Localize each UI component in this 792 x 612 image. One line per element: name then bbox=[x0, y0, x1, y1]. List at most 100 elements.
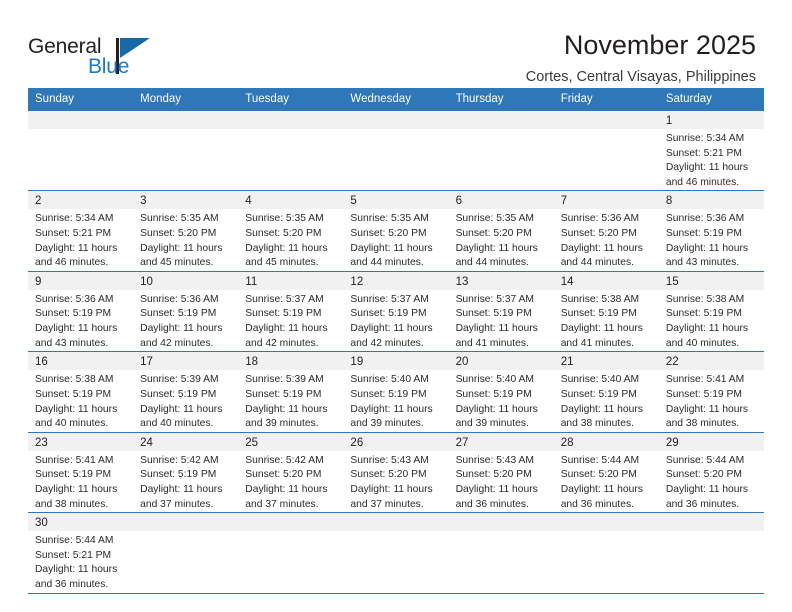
sunset-time: Sunset: 5:19 PM bbox=[560, 388, 637, 400]
calendar-day-cell[interactable]: 10 Sunrise: 5:36 AM Sunset: 5:19 PM Dayligh… bbox=[133, 271, 239, 353]
sunset-time: Sunset: 5:21 PM bbox=[35, 228, 112, 240]
day-details: Sunrise: 5:43 AM Sunset: 5:20 PM Daylight:… bbox=[343, 451, 448, 512]
day-number bbox=[658, 513, 764, 532]
daylight-duration-line1: Daylight: 11 hours bbox=[455, 323, 538, 335]
sunset-time: Sunset: 5:19 PM bbox=[140, 388, 217, 400]
calendar-page: General Blue November 2025 Cortes, Centr… bbox=[0, 0, 792, 612]
calendar-day-cell[interactable]: 18 Sunrise: 5:39 AM Sunset: 5:19 PM Dayligh… bbox=[238, 351, 344, 433]
day-details: Sunrise: 5:38 AM Sunset: 5:19 PM Daylight:… bbox=[28, 370, 133, 431]
calendar-day-cell[interactable]: 12 Sunrise: 5:37 AM Sunset: 5:19 PM Dayligh… bbox=[343, 271, 449, 353]
day-number: 24 bbox=[133, 432, 239, 451]
calendar-day-cell[interactable]: 13 Sunrise: 5:37 AM Sunset: 5:19 PM Dayligh… bbox=[448, 271, 554, 353]
calendar-day-cell[interactable]: 30 Sunrise: 5:44 AM Sunset: 5:21 PM Dayligh… bbox=[28, 512, 134, 594]
day-number bbox=[133, 111, 239, 129]
calendar-cell-empty bbox=[553, 111, 659, 192]
calendar-day-cell[interactable]: 29 Sunrise: 5:44 AM Sunset: 5:20 PM Dayligh… bbox=[658, 432, 764, 514]
calendar-day-cell[interactable]: 19 Sunrise: 5:40 AM Sunset: 5:19 PM Dayligh… bbox=[343, 351, 449, 433]
day-details: Sunrise: 5:36 AM Sunset: 5:20 PM Daylight:… bbox=[554, 209, 659, 270]
day-details: Sunrise: 5:44 AM Sunset: 5:20 PM Daylight:… bbox=[554, 451, 659, 512]
calendar-day-cell[interactable]: 27 Sunrise: 5:43 AM Sunset: 5:20 PM Dayligh… bbox=[448, 432, 554, 514]
sunset-time: Sunset: 5:19 PM bbox=[35, 469, 112, 481]
sunset-time: Sunset: 5:19 PM bbox=[35, 388, 112, 400]
calendar-day-cell[interactable]: 22 Sunrise: 5:41 AM Sunset: 5:19 PM Dayligh… bbox=[658, 351, 764, 433]
daylight-duration-line1: Daylight: 11 hours bbox=[245, 242, 328, 254]
calendar-day-cell[interactable]: 15 Sunrise: 5:38 AM Sunset: 5:19 PM Dayligh… bbox=[658, 271, 764, 353]
calendar-day-cell[interactable]: 17 Sunrise: 5:39 AM Sunset: 5:19 PM Dayligh… bbox=[133, 351, 239, 433]
daylight-duration-line1: Daylight: 11 hours bbox=[140, 403, 223, 415]
calendar-day-cell[interactable]: 28 Sunrise: 5:44 AM Sunset: 5:20 PM Dayligh… bbox=[553, 432, 659, 514]
calendar-day-cell[interactable]: 2 Sunrise: 5:34 AM Sunset: 5:21 PM Daylight… bbox=[28, 190, 134, 272]
day-details: Sunrise: 5:39 AM Sunset: 5:19 PM Daylight:… bbox=[133, 370, 238, 431]
generalblue-logo[interactable]: General Blue bbox=[28, 28, 168, 80]
day-number bbox=[238, 111, 344, 129]
calendar-day-cell[interactable]: 14 Sunrise: 5:38 AM Sunset: 5:19 PM Dayligh… bbox=[553, 271, 659, 353]
calendar-day-cell[interactable]: 11 Sunrise: 5:37 AM Sunset: 5:19 PM Dayligh… bbox=[238, 271, 344, 353]
calendar-cell-empty bbox=[658, 512, 764, 594]
sunset-time: Sunset: 5:20 PM bbox=[245, 469, 322, 481]
daylight-duration-line2: and 44 minutes. bbox=[350, 257, 424, 269]
day-number: 29 bbox=[658, 432, 764, 451]
calendar-day-cell[interactable]: 7 Sunrise: 5:36 AM Sunset: 5:20 PM Daylight… bbox=[553, 190, 659, 272]
sunrise-time: Sunrise: 5:44 AM bbox=[665, 454, 745, 466]
calendar-day-cell[interactable]: 21 Sunrise: 5:40 AM Sunset: 5:19 PM Dayligh… bbox=[553, 351, 659, 433]
day-details: Sunrise: 5:40 AM Sunset: 5:19 PM Daylight:… bbox=[343, 370, 448, 431]
day-number: 11 bbox=[238, 271, 344, 290]
calendar-day-cell[interactable]: 16 Sunrise: 5:38 AM Sunset: 5:19 PM Dayligh… bbox=[28, 351, 134, 433]
day-details: Sunrise: 5:35 AM Sunset: 5:20 PM Daylight:… bbox=[449, 209, 554, 270]
calendar-day-cell[interactable]: 20 Sunrise: 5:40 AM Sunset: 5:19 PM Dayligh… bbox=[448, 351, 554, 433]
calendar-day-cell[interactable]: 1 Sunrise: 5:34 AM Sunset: 5:21 PM Daylight… bbox=[658, 111, 764, 192]
calendar-day-cell[interactable]: 8 Sunrise: 5:36 AM Sunset: 5:19 PM Daylight… bbox=[658, 190, 764, 272]
sunrise-time: Sunrise: 5:35 AM bbox=[140, 213, 219, 225]
day-number: 6 bbox=[448, 191, 554, 210]
calendar-cell-empty bbox=[238, 512, 344, 594]
calendar-day-cell[interactable]: 26 Sunrise: 5:43 AM Sunset: 5:20 PM Dayligh… bbox=[343, 432, 449, 514]
calendar-day-cell[interactable]: 5 Sunrise: 5:35 AM Sunset: 5:20 PM Daylight… bbox=[343, 190, 449, 272]
daylight-duration-line1: Daylight: 11 hours bbox=[35, 564, 118, 576]
sunrise-time: Sunrise: 5:39 AM bbox=[140, 374, 219, 386]
daylight-duration-line1: Daylight: 11 hours bbox=[560, 242, 643, 254]
day-details: Sunrise: 5:41 AM Sunset: 5:19 PM Daylight:… bbox=[659, 370, 764, 431]
sunrise-time: Sunrise: 5:38 AM bbox=[560, 293, 640, 305]
sunrise-time: Sunrise: 5:36 AM bbox=[35, 293, 114, 305]
calendar-day-cell[interactable]: 9 Sunrise: 5:36 AM Sunset: 5:19 PM Daylight… bbox=[28, 271, 134, 353]
sunset-time: Sunset: 5:19 PM bbox=[35, 308, 112, 320]
calendar-day-cell[interactable]: 24 Sunrise: 5:42 AM Sunset: 5:19 PM Dayligh… bbox=[133, 432, 239, 514]
sunset-time: Sunset: 5:20 PM bbox=[665, 469, 742, 481]
daylight-duration-line1: Daylight: 11 hours bbox=[35, 403, 118, 415]
calendar-cell-empty bbox=[553, 512, 659, 594]
sunset-time: Sunset: 5:20 PM bbox=[560, 469, 637, 481]
calendar-cell-empty bbox=[343, 111, 449, 192]
calendar-day-cell[interactable]: 6 Sunrise: 5:35 AM Sunset: 5:20 PM Daylight… bbox=[448, 190, 554, 272]
calendar-cell-empty bbox=[343, 512, 449, 594]
daylight-duration-line1: Daylight: 11 hours bbox=[245, 403, 328, 415]
calendar-day-cell[interactable]: 4 Sunrise: 5:35 AM Sunset: 5:20 PM Daylight… bbox=[238, 190, 344, 272]
sunset-time: Sunset: 5:19 PM bbox=[140, 308, 217, 320]
calendar-day-cell[interactable]: 25 Sunrise: 5:42 AM Sunset: 5:20 PM Dayligh… bbox=[238, 432, 344, 514]
weekday-header-monday: Monday bbox=[133, 88, 239, 111]
sunset-time: Sunset: 5:19 PM bbox=[665, 308, 742, 320]
sunset-time: Sunset: 5:20 PM bbox=[455, 228, 532, 240]
sunset-time: Sunset: 5:19 PM bbox=[455, 308, 532, 320]
sunrise-time: Sunrise: 5:40 AM bbox=[350, 374, 429, 386]
calendar-day-cell[interactable]: 23 Sunrise: 5:41 AM Sunset: 5:19 PM Dayligh… bbox=[28, 432, 134, 514]
daylight-duration-line1: Daylight: 11 hours bbox=[350, 483, 433, 495]
daylight-duration-line2: and 39 minutes. bbox=[455, 418, 529, 430]
sunset-time: Sunset: 5:19 PM bbox=[245, 308, 322, 320]
daylight-duration-line1: Daylight: 11 hours bbox=[35, 483, 118, 495]
day-details: Sunrise: 5:36 AM Sunset: 5:19 PM Daylight:… bbox=[133, 290, 238, 351]
calendar-body: 1 Sunrise: 5:34 AM Sunset: 5:21 PM Daylight… bbox=[28, 111, 764, 594]
sunset-time: Sunset: 5:20 PM bbox=[140, 228, 217, 240]
logo-text-general: General bbox=[28, 35, 102, 58]
sunrise-time: Sunrise: 5:38 AM bbox=[35, 374, 114, 386]
sunrise-time: Sunrise: 5:34 AM bbox=[35, 213, 114, 225]
sunset-time: Sunset: 5:20 PM bbox=[455, 469, 532, 481]
daylight-duration-line2: and 37 minutes. bbox=[350, 498, 424, 510]
calendar-cell-empty bbox=[238, 111, 344, 192]
day-number: 25 bbox=[238, 432, 344, 451]
daylight-duration-line2: and 38 minutes. bbox=[665, 418, 740, 430]
day-number bbox=[343, 513, 449, 532]
daylight-duration-line1: Daylight: 11 hours bbox=[140, 242, 223, 254]
sunrise-time: Sunrise: 5:42 AM bbox=[140, 454, 219, 466]
calendar-day-cell[interactable]: 3 Sunrise: 5:35 AM Sunset: 5:20 PM Daylight… bbox=[133, 190, 239, 272]
sunset-time: Sunset: 5:19 PM bbox=[350, 388, 427, 400]
